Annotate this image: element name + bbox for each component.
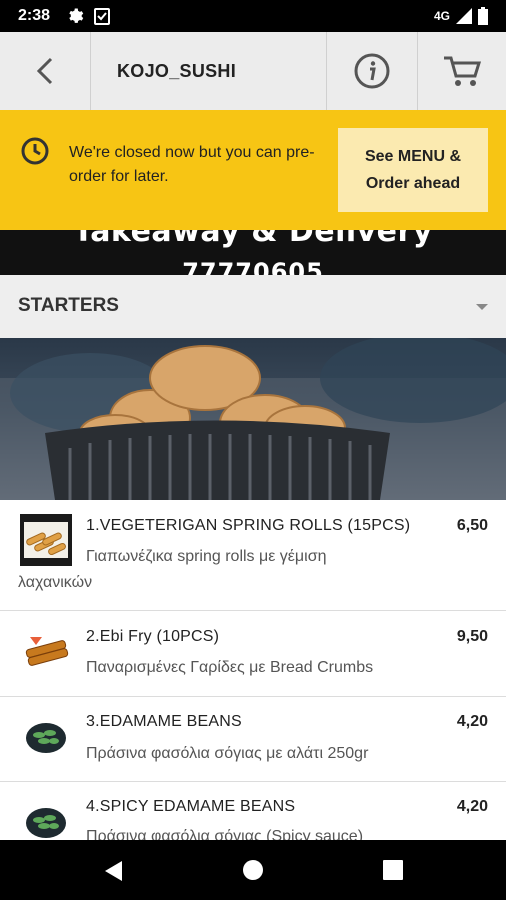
see-menu-order-ahead-button[interactable]: See MENU & Order ahead (338, 128, 488, 212)
nav-recents-icon[interactable] (383, 860, 403, 880)
info-icon (354, 53, 390, 89)
item-price: 4,20 (456, 713, 488, 730)
closed-banner: We're closed now but you can pre-order f… (0, 110, 506, 230)
nav-home-icon[interactable] (242, 859, 264, 881)
item-thumbnail (20, 514, 72, 566)
item-name: 2.Ebi Fry (10PCS) (86, 628, 220, 645)
item-thumbnail (20, 796, 72, 840)
cart-icon (444, 56, 482, 86)
item-description-cont: λαχανικών (18, 574, 93, 591)
clipboard-icon (94, 8, 111, 25)
closed-message: We're closed now but you can pre-order f… (69, 144, 315, 185)
clock-icon (21, 137, 49, 165)
arrow-left-icon (36, 57, 53, 85)
app-bar: KOJO_SUSHI (0, 32, 506, 111)
button-line2: Order ahead (365, 175, 461, 192)
item-name: 1.VEGETERIGAN SPRING ROLLS (15PCS) (86, 517, 411, 534)
hero-banner: Takeaway & Delivery 77770605 (0, 230, 506, 275)
item-description: Γιαπωνέζικα spring rolls με γέμιση (86, 548, 327, 565)
menu-item[interactable]: 3.EDAMAME BEANS 4,20 Πράσινα φασόλια σόγ… (0, 697, 506, 782)
hero-headline: Takeaway & Delivery (73, 230, 433, 249)
back-button[interactable] (0, 32, 91, 110)
nav-back-icon[interactable] (102, 859, 124, 883)
item-description: Πράσινα φασόλια σόγιας με αλάτι 250gr (86, 745, 369, 762)
button-line1: See MENU & (364, 148, 462, 165)
item-description: Πράσινα φασόλια σόγιας (Spicy sauce) (86, 828, 364, 840)
menu-item[interactable]: 1.VEGETERIGAN SPRING ROLLS (15PCS) 6,50 … (0, 500, 506, 611)
category-label: STARTERS (18, 295, 119, 316)
item-name: 4.SPICY EDAMAME BEANS (86, 798, 296, 815)
menu-item[interactable]: 4.SPICY EDAMAME BEANS 4,20 Πράσινα φασόλ… (0, 782, 506, 840)
info-button[interactable] (327, 32, 418, 110)
signal-icon (456, 8, 472, 24)
category-selector[interactable]: STARTERS (0, 275, 506, 338)
status-bar: 2:38 4G (0, 0, 506, 32)
item-price: 6,50 (456, 517, 488, 534)
system-navigation-bar (0, 840, 506, 900)
store-title-area: KOJO_SUSHI (90, 32, 327, 110)
item-thumbnail (20, 623, 72, 675)
menu-item[interactable]: 2.Ebi Fry (10PCS) 9,50 Παναρισμένες Γαρί… (0, 611, 506, 697)
hero-phone: 77770605 (182, 258, 324, 275)
category-image (0, 338, 506, 500)
status-time: 2:38 (18, 7, 51, 24)
item-price: 4,20 (456, 798, 488, 815)
caret-down-icon (476, 304, 488, 310)
item-price: 9,50 (456, 628, 488, 645)
cart-button[interactable] (418, 32, 506, 110)
store-title: KOJO_SUSHI (117, 60, 237, 81)
settings-icon (69, 8, 84, 23)
item-name: 3.EDAMAME BEANS (86, 713, 242, 730)
item-thumbnail (20, 711, 72, 763)
network-label: 4G (433, 9, 450, 23)
item-description: Παναρισμένες Γαρίδες με Bread Crumbs (86, 659, 374, 676)
battery-icon (478, 7, 488, 25)
